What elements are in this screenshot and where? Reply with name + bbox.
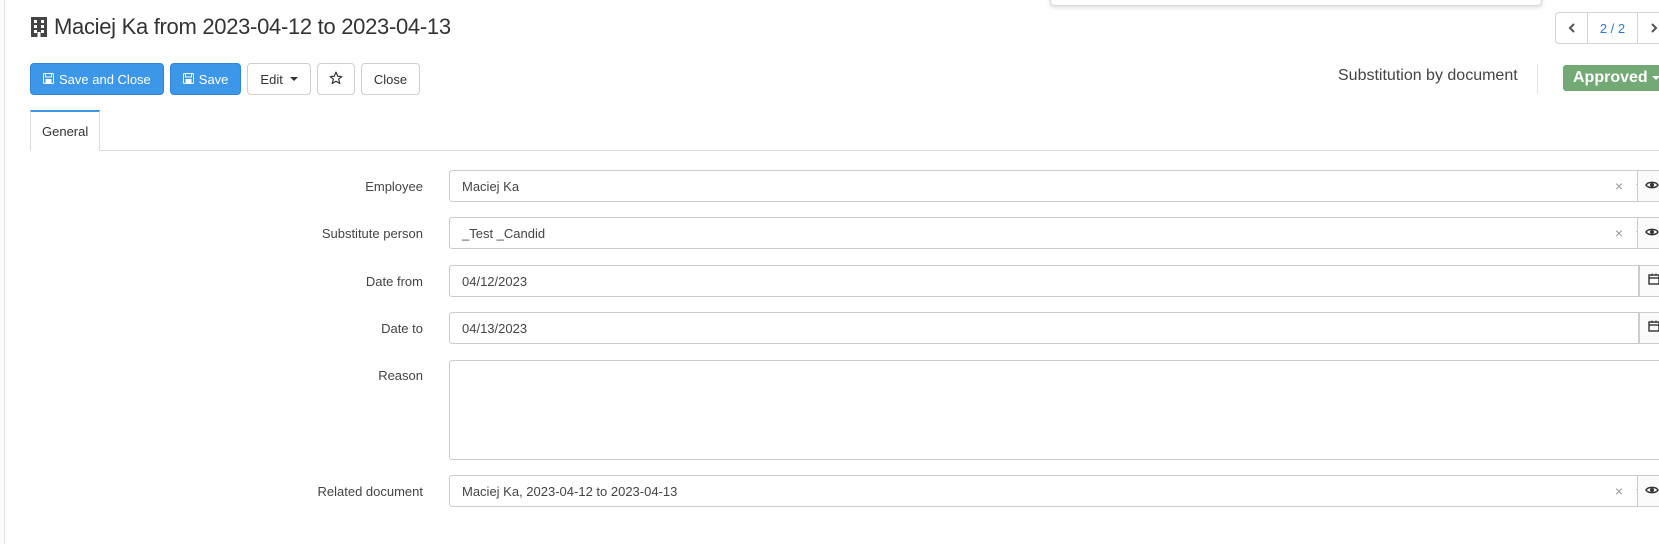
- chevron-right-icon: [1650, 20, 1658, 36]
- reason-textarea[interactable]: [449, 360, 1659, 460]
- save-button[interactable]: Save: [169, 63, 242, 95]
- save-label: Save: [198, 71, 229, 87]
- employee-label: Employee: [365, 179, 423, 194]
- dropdown-popup-edge: [1050, 0, 1542, 6]
- next-record-button[interactable]: [1638, 13, 1659, 43]
- building-icon: [30, 16, 48, 38]
- view-related-document-button[interactable]: [1637, 475, 1659, 507]
- toolbar: Save and Close Save Edit Close: [30, 63, 421, 95]
- eye-icon: [1645, 177, 1659, 195]
- floppy-disk-icon: [43, 72, 54, 87]
- caret-down-icon: [289, 77, 298, 81]
- record-pager: 2 / 2: [1555, 12, 1659, 44]
- clear-icon[interactable]: ×: [1610, 483, 1628, 499]
- save-and-close-label: Save and Close: [59, 71, 151, 87]
- floppy-disk-icon: [182, 72, 194, 87]
- edit-label: Edit: [260, 71, 283, 87]
- view-substitute-button[interactable]: [1637, 217, 1659, 249]
- caret-down-icon: [1651, 76, 1659, 80]
- related-document-value: Maciej Ka, 2023-04-12 to 2023-04-13: [462, 483, 678, 499]
- date-to-calendar-button[interactable]: [1639, 312, 1659, 344]
- related-document-label: Related document: [317, 484, 423, 499]
- eye-icon: [1645, 482, 1659, 500]
- title-row: Maciej Ka from 2023-04-12 to 2023-04-13: [30, 12, 451, 42]
- divider: [1537, 64, 1538, 94]
- clear-icon[interactable]: ×: [1610, 225, 1628, 241]
- date-to-label: Date to: [381, 321, 423, 336]
- favorite-button[interactable]: [316, 63, 355, 95]
- substitute-select[interactable]: _Test _Candid ×: [449, 217, 1659, 249]
- save-and-close-button[interactable]: Save and Close: [30, 63, 164, 95]
- star-icon: [329, 71, 343, 88]
- related-document-select[interactable]: Maciej Ka, 2023-04-12 to 2023-04-13 ×: [449, 475, 1659, 507]
- clear-icon[interactable]: ×: [1610, 178, 1628, 194]
- tab-bar: General: [30, 110, 1659, 151]
- left-edge-border: [0, 0, 5, 544]
- date-from-input[interactable]: 04/12/2023: [449, 265, 1639, 297]
- page-title: Maciej Ka from 2023-04-12 to 2023-04-13: [54, 14, 451, 39]
- view-employee-button[interactable]: [1637, 170, 1659, 202]
- document-type-label: Substitution by document: [1338, 67, 1518, 84]
- status-badge[interactable]: Approved: [1563, 65, 1659, 91]
- date-from-label: Date from: [365, 274, 423, 289]
- page: Maciej Ka from 2023-04-12 to 2023-04-13 …: [0, 0, 1659, 544]
- tab-general[interactable]: General: [30, 110, 101, 151]
- calendar-icon: [1648, 319, 1659, 337]
- substitute-label: Substitute person: [321, 226, 423, 241]
- date-to-value: 04/13/2023: [462, 320, 528, 336]
- edit-dropdown-button[interactable]: Edit: [247, 63, 311, 95]
- eye-icon: [1645, 224, 1659, 242]
- tab-label: General: [42, 123, 89, 139]
- substitute-value: _Test _Candid: [462, 225, 546, 241]
- close-button[interactable]: Close: [360, 63, 421, 95]
- previous-record-button[interactable]: [1556, 13, 1588, 43]
- close-label: Close: [373, 71, 408, 87]
- date-from-value: 04/12/2023: [462, 273, 528, 289]
- reason-label: Reason: [378, 368, 423, 383]
- status-label: Approved: [1573, 69, 1648, 86]
- date-to-input[interactable]: 04/13/2023: [449, 312, 1639, 344]
- calendar-icon: [1648, 272, 1659, 290]
- date-from-calendar-button[interactable]: [1639, 265, 1659, 297]
- employee-value: Maciej Ka: [462, 178, 520, 194]
- pager-count: 2 / 2: [1588, 13, 1638, 43]
- chevron-left-icon: [1568, 20, 1576, 36]
- employee-select[interactable]: Maciej Ka ×: [449, 170, 1659, 202]
